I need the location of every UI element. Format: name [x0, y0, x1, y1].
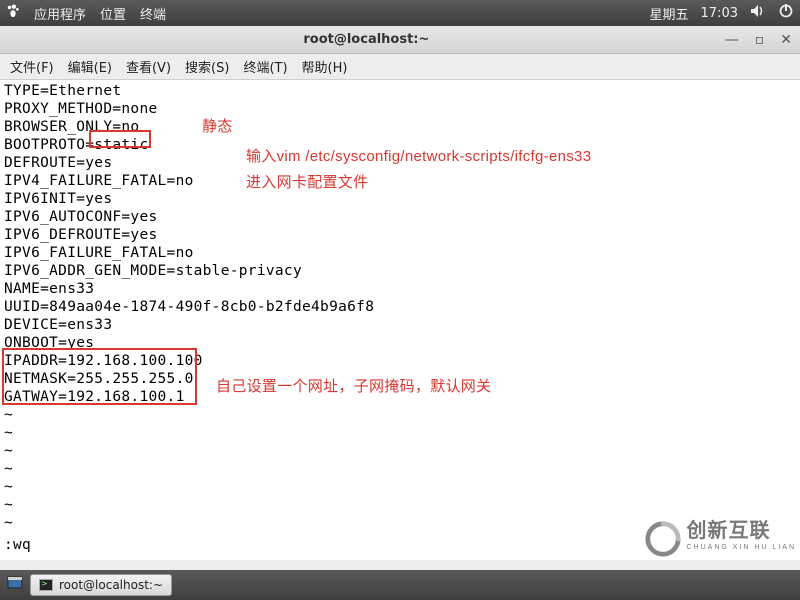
config-line: IPV6_DEFROUTE=yes: [4, 226, 796, 244]
vim-tilde: ~: [4, 442, 796, 460]
annotation-ip-settings: 自己设置一个网址，子网掩码，默认网关: [216, 378, 491, 396]
clock-time: 17:03: [701, 6, 738, 21]
vim-tilde: ~: [4, 424, 796, 442]
top-panel: 应用程序 位置 终端 星期五 17:03: [0, 0, 800, 26]
menu-view[interactable]: 查看(V): [126, 57, 171, 76]
vim-tilde: ~: [4, 496, 796, 514]
vim-tilde: ~: [4, 406, 796, 424]
window-maximize-button[interactable]: ▫: [755, 32, 765, 48]
annotation-vim-line1: 输入vim /etc/sysconfig/network-scripts/ifc…: [246, 148, 591, 166]
menu-applications[interactable]: 应用程序: [34, 4, 86, 23]
show-desktop-icon[interactable]: [6, 574, 24, 596]
watermark-logo-icon: [644, 520, 682, 558]
watermark: 创新互联 CHUANG XIN HU LIAN: [644, 520, 796, 558]
window-close-button[interactable]: ✕: [780, 32, 792, 48]
taskbar-item-terminal[interactable]: root@localhost:~: [30, 574, 172, 596]
menu-places[interactable]: 位置: [100, 4, 126, 23]
annotation-vim-line2: 进入网卡配置文件: [246, 174, 368, 192]
config-line: IPV6_AUTOCONF=yes: [4, 208, 796, 226]
config-line: NAME=ens33: [4, 280, 796, 298]
menu-terminal[interactable]: 终端(T): [243, 57, 287, 76]
config-line: IPV4_FAILURE_FATAL=no: [4, 172, 796, 190]
volume-icon[interactable]: [750, 3, 766, 23]
config-line: DEVICE=ens33: [4, 316, 796, 334]
config-line: IPV6INIT=yes: [4, 190, 796, 208]
config-line: PROXY_METHOD=none: [4, 100, 796, 118]
config-line: UUID=849aa04e-1874-490f-8cb0-b2fde4b9a6f…: [4, 298, 796, 316]
activities-icon[interactable]: [6, 4, 20, 22]
window-titlebar: root@localhost:~ — ▫ ✕: [0, 26, 800, 54]
config-line: IPV6_ADDR_GEN_MODE=stable-privacy: [4, 262, 796, 280]
highlight-box-network: [2, 348, 197, 405]
terminal-icon: [39, 579, 53, 591]
window-minimize-button[interactable]: —: [725, 32, 739, 48]
bottom-panel: root@localhost:~: [0, 570, 800, 600]
menu-file[interactable]: 文件(F): [10, 57, 54, 76]
menubar: 文件(F) 编辑(E) 查看(V) 搜索(S) 终端(T) 帮助(H): [0, 54, 800, 80]
menu-help[interactable]: 帮助(H): [302, 57, 348, 76]
power-icon[interactable]: [778, 3, 794, 23]
vim-tilde: ~: [4, 478, 796, 496]
menu-search[interactable]: 搜索(S): [185, 57, 229, 76]
taskbar-item-label: root@localhost:~: [59, 578, 163, 592]
terminal-content[interactable]: TYPE=Ethernet PROXY_METHOD=none BROWSER_…: [0, 80, 800, 560]
menu-terminal[interactable]: 终端: [140, 4, 166, 23]
config-line: TYPE=Ethernet: [4, 82, 796, 100]
highlight-box-static: [89, 130, 151, 148]
annotation-static: 静态: [202, 118, 233, 136]
vim-tilde: ~: [4, 460, 796, 478]
watermark-sub: CHUANG XIN HU LIAN: [686, 539, 796, 557]
config-line: IPV6_FAILURE_FATAL=no: [4, 244, 796, 262]
window-title: root@localhost:~: [8, 32, 725, 47]
menu-edit[interactable]: 编辑(E): [68, 57, 112, 76]
clock-day: 星期五: [650, 4, 689, 23]
